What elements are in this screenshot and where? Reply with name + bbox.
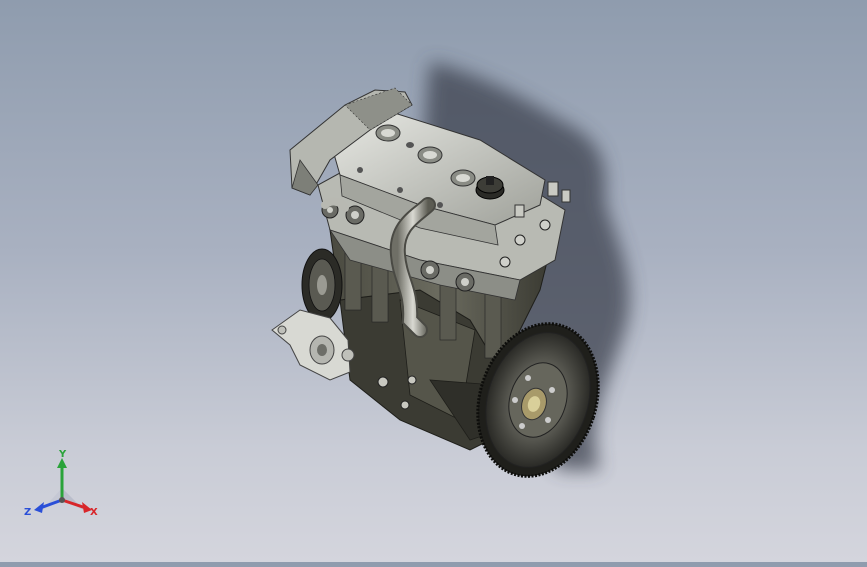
z-axis-arrow xyxy=(34,502,44,513)
crank-pulley[interactable] xyxy=(301,248,343,322)
engine-model[interactable] xyxy=(0,0,867,562)
graphics-viewport[interactable]: Y X Z xyxy=(0,0,867,562)
z-axis-label: Z xyxy=(24,507,31,518)
y-axis-label: Y xyxy=(58,449,67,460)
view-orientation-triad[interactable]: Y X Z xyxy=(22,448,112,528)
oil-filler-cap[interactable] xyxy=(475,176,505,200)
x-axis-label: X xyxy=(90,507,98,518)
engine-mount-bracket[interactable] xyxy=(271,309,355,381)
